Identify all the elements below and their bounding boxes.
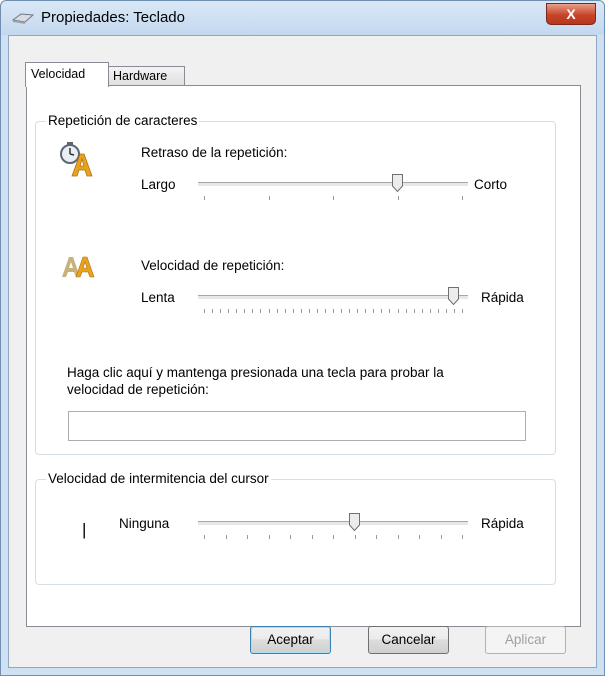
slider-tick (354, 535, 356, 539)
group-character-repeat: Repetición de caracteres Retraso de la r… (35, 113, 556, 455)
slider-tick (244, 309, 246, 313)
slider-tick (290, 535, 291, 539)
slider-tick (445, 309, 447, 313)
slider-tick (397, 535, 399, 539)
slider-tick (381, 309, 383, 313)
group-legend: Repetición de caracteres (46, 113, 200, 128)
slider-tick (220, 309, 222, 313)
clock-letter-a-icon (60, 142, 93, 177)
keyboard-icon (11, 13, 35, 24)
tab-hardware[interactable]: Hardware (107, 66, 185, 86)
slider-tick (276, 309, 278, 313)
close-button[interactable]: X (546, 3, 596, 25)
slider-tick (413, 309, 415, 313)
slider-tick (405, 309, 407, 313)
delay-min-label: Largo (141, 177, 176, 192)
slider-thumb[interactable] (448, 287, 460, 305)
delay-label: Retraso de la repetición: (141, 145, 288, 160)
slider-tick (440, 535, 442, 539)
slider-tick (373, 309, 375, 313)
repeat-delay-slider[interactable] (198, 174, 468, 204)
slider-tick (268, 535, 270, 539)
slider-tick (421, 309, 423, 313)
slider-tick (204, 309, 205, 313)
keyboard-properties-window: Propiedades: Teclado X Velocidad Hardwar… (0, 0, 605, 676)
slider-tick (389, 309, 391, 313)
cursor-blink-preview: | (82, 520, 87, 539)
tab-velocidad[interactable]: Velocidad (25, 62, 109, 87)
slider-tick (462, 535, 463, 539)
slider-tick (252, 309, 254, 313)
slider-tick (300, 309, 302, 313)
slider-track (198, 521, 468, 526)
slider-tick (311, 535, 313, 539)
window-title: Propiedades: Teclado (41, 9, 185, 26)
cancel-button[interactable]: Cancelar (368, 626, 449, 654)
slider-tick (308, 309, 310, 313)
slider-tick (341, 309, 343, 313)
rate-min-label: Lenta (141, 290, 175, 305)
slider-tick (236, 309, 238, 313)
slider-thumb[interactable] (392, 174, 403, 192)
title-bar[interactable]: Propiedades: Teclado X (1, 1, 604, 35)
test-prompt-line2: velocidad de repetición: (67, 382, 209, 397)
repeat-rate-slider[interactable] (198, 287, 468, 317)
dialog-client-area: Velocidad Hardware Repetición de caracte… (8, 35, 597, 668)
slider-thumb[interactable] (349, 513, 360, 531)
slider-tick (429, 309, 431, 313)
slider-tick (204, 535, 205, 539)
slider-tick (333, 309, 334, 313)
slider-tick (397, 196, 399, 200)
slider-tick (462, 196, 463, 200)
tab-panel-velocidad: Repetición de caracteres Retraso de la r… (26, 85, 581, 627)
slider-tick (247, 535, 248, 539)
slider-tick (397, 309, 399, 313)
slider-tick (462, 309, 463, 313)
slider-tick (349, 309, 351, 313)
slider-track (198, 295, 468, 300)
slider-tick (376, 535, 377, 539)
repeat-test-input[interactable] (68, 411, 526, 441)
delay-max-label: Corto (474, 177, 508, 192)
apply-button[interactable]: Aplicar (485, 626, 566, 654)
test-prompt-line1: Haga clic aquí y mantenga presionada una… (67, 365, 444, 380)
slider-tick (333, 196, 334, 200)
slider-tick (225, 535, 227, 539)
slider-track (198, 182, 468, 187)
slider-tick (284, 309, 286, 313)
slider-tick (204, 196, 205, 200)
slider-tick (212, 309, 214, 313)
rate-max-label: Rápida (481, 290, 524, 305)
slider-tick (333, 535, 334, 539)
slider-tick (357, 309, 359, 313)
slider-tick (268, 309, 270, 313)
slider-tick (324, 309, 326, 313)
slider-tick (260, 309, 262, 313)
slider-tick (292, 309, 294, 313)
slider-tick (268, 196, 270, 200)
slider-tick (437, 309, 439, 313)
slider-tick (453, 309, 455, 313)
cursor-blink-slider[interactable] (198, 513, 468, 543)
slider-tick (419, 535, 420, 539)
double-letter-a-icon (62, 256, 95, 278)
group-cursor-blink: Velocidad de intermitencia del cursor | … (35, 471, 556, 585)
cursor-max-label: Rápida (481, 516, 524, 531)
rate-label: Velocidad de repetición: (141, 258, 285, 273)
ok-button[interactable]: Aceptar (250, 626, 331, 654)
cursor-min-label: Ninguna (119, 516, 170, 531)
slider-tick (316, 309, 318, 313)
group-legend: Velocidad de intermitencia del cursor (46, 471, 271, 486)
slider-tick (365, 309, 367, 313)
slider-tick (228, 309, 230, 313)
